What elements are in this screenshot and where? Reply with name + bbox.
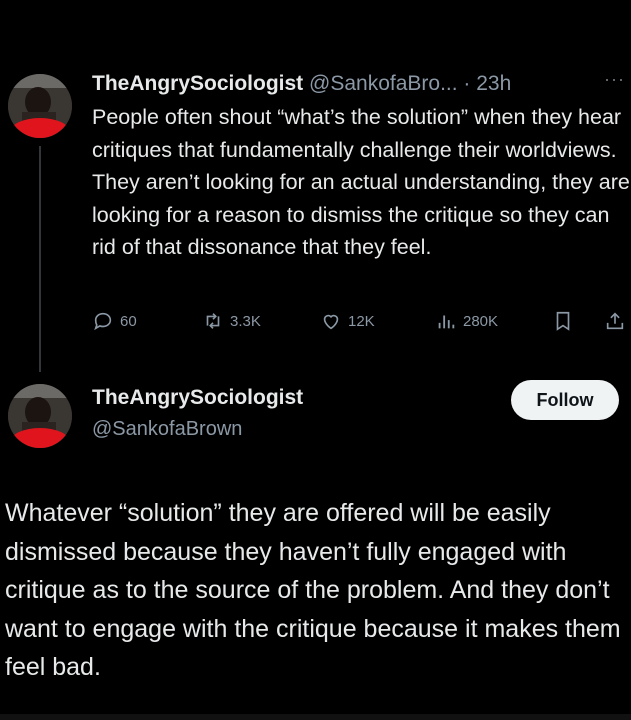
thread-line (39, 146, 41, 372)
like-count: 12K (348, 312, 375, 330)
tweet-text: People often shout “what’s the solution”… (92, 105, 630, 259)
share-button[interactable] (604, 306, 626, 336)
tweet-header: TheAngrySociologist @SankofaBro... · 23h (92, 70, 511, 98)
like-button[interactable]: 12K (320, 306, 375, 336)
repost-count: 3.3K (230, 312, 261, 330)
views-icon (438, 315, 455, 329)
reply-count: 60 (120, 312, 137, 330)
heart-icon (323, 314, 339, 330)
display-name[interactable]: TheAngrySociologist (92, 386, 303, 410)
views-button[interactable]: 280K (435, 306, 498, 336)
views-count: 280K (463, 312, 499, 330)
repost-button[interactable]: 3.3K (202, 306, 261, 336)
tweet-actions: 60 3.3K 12K 280K (92, 306, 631, 336)
display-name[interactable]: TheAngrySociologist (92, 72, 303, 95)
bookmark-button[interactable] (552, 306, 574, 336)
handle-time[interactable]: @SankofaBro... · 23h (309, 72, 511, 95)
avatar[interactable] (8, 384, 72, 448)
reply-icon (94, 312, 112, 331)
handle[interactable]: @SankofaBrown (92, 418, 242, 441)
repost-icon (206, 313, 220, 329)
follow-button[interactable]: Follow (511, 380, 619, 420)
more-options-icon[interactable]: ··· (604, 69, 625, 90)
reply-button[interactable]: 60 (92, 306, 137, 336)
bookmark-icon (556, 311, 570, 331)
avatar[interactable] (8, 74, 72, 138)
bottom-divider (0, 714, 631, 720)
share-icon (606, 312, 624, 330)
tweet-text: Whatever “solution” they are offered wil… (5, 499, 621, 681)
